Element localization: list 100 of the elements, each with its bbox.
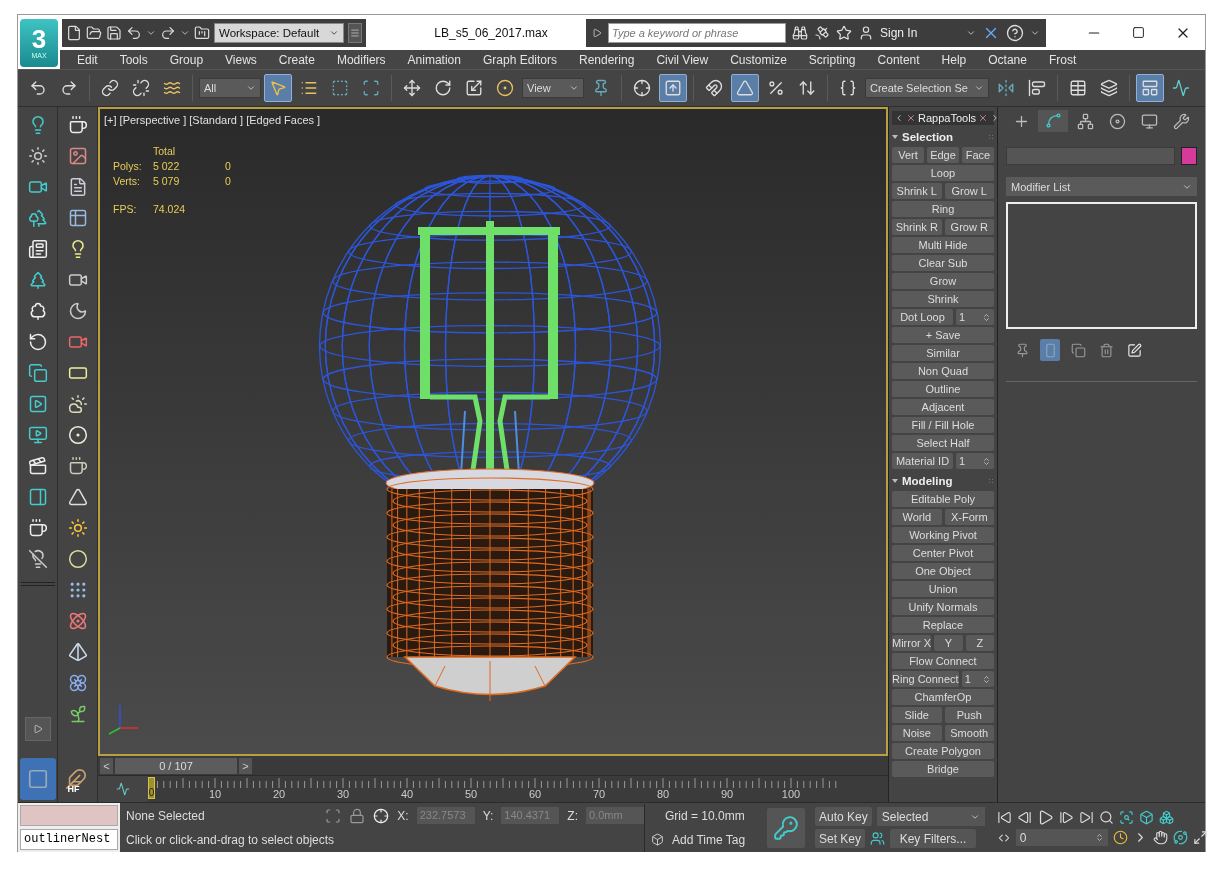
- set-key-mode-button[interactable]: Set Key: [815, 829, 866, 848]
- script-input-field[interactable]: [20, 805, 118, 826]
- tool-button[interactable]: Working Pivot: [892, 527, 994, 543]
- project-folder-icon[interactable]: [194, 24, 210, 41]
- tool-button[interactable]: One Object: [892, 563, 994, 579]
- next-frame-button[interactable]: >: [239, 758, 252, 774]
- panel-icon[interactable]: [27, 487, 48, 507]
- tool-button[interactable]: [731, 74, 759, 102]
- previous-frame-icon[interactable]: [1016, 810, 1032, 825]
- tool-button[interactable]: X-Form: [944, 509, 994, 525]
- tool-button[interactable]: Face: [962, 147, 994, 163]
- save-icon[interactable]: [106, 24, 122, 41]
- pine-tree-icon[interactable]: [27, 270, 48, 290]
- menu-item[interactable]: Customize: [719, 52, 798, 67]
- tool-button[interactable]: Union: [892, 581, 994, 597]
- menu-item[interactable]: Animation: [396, 52, 472, 67]
- tool-button[interactable]: Y: [934, 635, 963, 651]
- trees-icon[interactable]: [27, 208, 48, 228]
- play-screen-icon[interactable]: [27, 425, 48, 445]
- hair-icon[interactable]: HF: [64, 768, 91, 794]
- next-frame-icon[interactable]: [1058, 810, 1074, 825]
- search-field[interactable]: Type a keyword or phrase: [608, 22, 786, 43]
- toolbar-dropdown[interactable]: Create Selection Se: [865, 78, 989, 98]
- tool-button[interactable]: Unify Normals: [892, 599, 994, 615]
- tool-button[interactable]: Bridge: [892, 761, 994, 777]
- play-icon[interactable]: [592, 27, 602, 38]
- cube-icon[interactable]: [651, 833, 664, 846]
- menu-item[interactable]: Graph Editors: [471, 52, 568, 67]
- maximize-viewport-icon[interactable]: [1192, 830, 1208, 845]
- tool-button[interactable]: Z: [965, 635, 994, 651]
- menu-item[interactable]: Help: [930, 52, 978, 67]
- tool-button[interactable]: Dot Loop: [892, 309, 953, 325]
- undo-icon[interactable]: [126, 24, 142, 41]
- tool-button[interactable]: Grow R: [944, 219, 994, 235]
- key-mode-dropdown[interactable]: Selected: [876, 807, 985, 826]
- cone-icon[interactable]: [67, 487, 88, 507]
- satellite-icon[interactable]: [814, 24, 830, 41]
- object-name-field[interactable]: [1006, 147, 1175, 165]
- play-frame-icon[interactable]: [27, 394, 48, 414]
- zoom-extents-icon[interactable]: [1138, 810, 1154, 825]
- object-color-swatch[interactable]: [1181, 147, 1197, 165]
- tool-button[interactable]: Vert: [892, 147, 924, 163]
- sun-icon[interactable]: [27, 146, 48, 166]
- tool-button[interactable]: Flow Connect: [892, 653, 994, 669]
- go-to-start-icon[interactable]: [996, 810, 1012, 825]
- rotate-icon[interactable]: [27, 332, 48, 352]
- pan-icon[interactable]: [1152, 830, 1168, 845]
- time-slider-track[interactable]: < 0 / 107 >: [98, 756, 888, 776]
- redo-icon[interactable]: [160, 24, 176, 41]
- current-frame-marker[interactable]: 0: [148, 777, 155, 799]
- sun-icon[interactable]: [67, 518, 88, 538]
- set-key-button[interactable]: [767, 807, 805, 848]
- tool-button[interactable]: Grow L: [944, 183, 994, 199]
- time-slider-thumb[interactable]: 0 / 107: [115, 758, 237, 774]
- add-time-tag-link[interactable]: Add Time Tag: [672, 832, 746, 847]
- toolbar-dropdown[interactable]: All: [199, 78, 261, 98]
- script-output-field[interactable]: outlinerNest: [20, 829, 118, 850]
- key-filters-button[interactable]: Key Filters...: [890, 829, 977, 848]
- sphere-icon[interactable]: [67, 549, 88, 569]
- frame-spinner[interactable]: 0: [1015, 829, 1108, 846]
- tool-button[interactable]: Replace: [892, 617, 994, 633]
- modifier-list-dropdown[interactable]: Modifier List: [1006, 177, 1197, 196]
- open-folder-icon[interactable]: [86, 24, 102, 41]
- tool-button[interactable]: Shrink: [892, 291, 994, 307]
- star-icon[interactable]: [836, 24, 852, 41]
- menu-item[interactable]: Rendering: [568, 52, 646, 67]
- menu-item[interactable]: Scripting: [797, 52, 867, 67]
- maximize-icon[interactable]: [1132, 26, 1145, 39]
- tool-button[interactable]: Smooth: [944, 725, 994, 741]
- tool-button[interactable]: ChamferOp: [892, 689, 994, 705]
- tool-button[interactable]: Slide: [892, 707, 942, 723]
- tool-button[interactable]: + Save: [892, 327, 994, 343]
- render-frame-icon[interactable]: [67, 146, 88, 166]
- menu-item[interactable]: Edit: [66, 52, 109, 67]
- tool-button[interactable]: Edge: [927, 147, 959, 163]
- modifier-stack[interactable]: [1006, 202, 1197, 329]
- tool-button[interactable]: Editable Poly: [892, 491, 994, 507]
- menu-item[interactable]: Content: [866, 52, 931, 67]
- tool-button[interactable]: Loop: [892, 165, 994, 181]
- tool-button[interactable]: [659, 74, 687, 102]
- tool-button[interactable]: Select Half: [892, 435, 994, 451]
- help-icon[interactable]: [1006, 23, 1024, 42]
- menu-item[interactable]: Create: [267, 52, 326, 67]
- expand-button[interactable]: [24, 717, 51, 741]
- tool-button[interactable]: Create Polygon: [892, 743, 994, 759]
- tool-button[interactable]: Shrink L: [892, 183, 942, 199]
- sign-in-link[interactable]: Sign In: [880, 25, 918, 40]
- chevron-left-icon[interactable]: [894, 113, 904, 123]
- menu-item[interactable]: Modifiers: [325, 52, 397, 67]
- lock-icon[interactable]: [349, 807, 366, 824]
- tool-button[interactable]: Ring: [892, 201, 994, 217]
- go-to-end-icon[interactable]: [1078, 810, 1094, 825]
- number-spinner[interactable]: 1: [956, 309, 994, 325]
- viewport-label[interactable]: [+] [Perspective ] [Standard ] [Edged Faces ]: [104, 114, 321, 126]
- curve-icon[interactable]: [116, 782, 130, 796]
- tool-button[interactable]: Grow: [892, 273, 994, 289]
- number-spinner[interactable]: 1: [961, 671, 994, 687]
- number-spinner[interactable]: 1: [956, 453, 994, 469]
- panel-tab[interactable]: [1038, 110, 1069, 132]
- section-title[interactable]: Modeling: [902, 474, 984, 487]
